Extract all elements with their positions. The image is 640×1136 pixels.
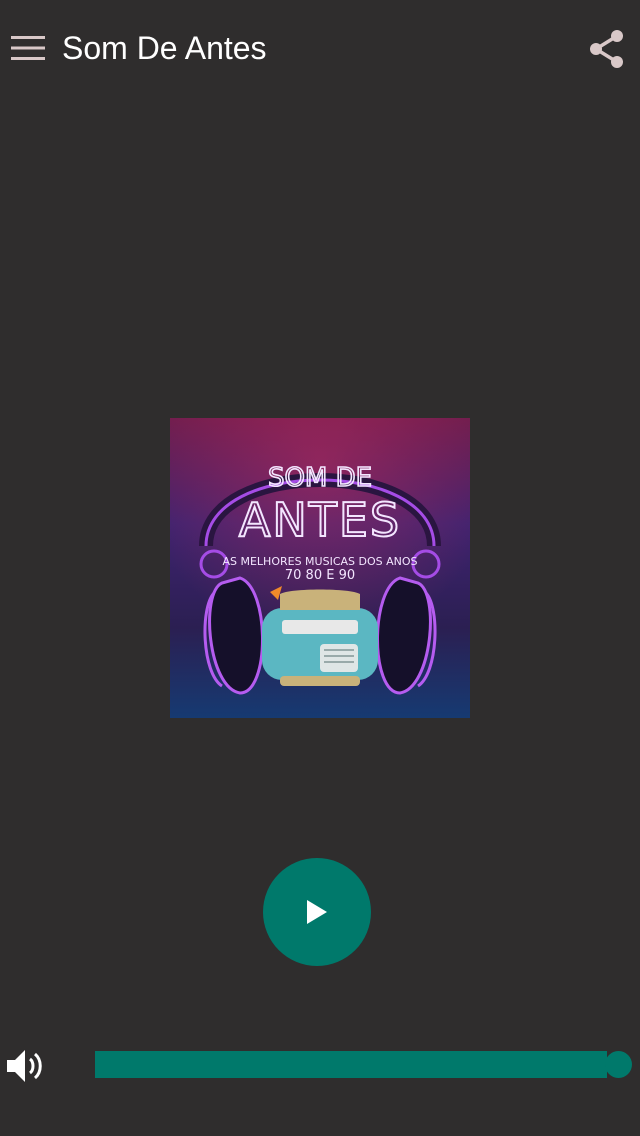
play-button[interactable] <box>263 858 371 966</box>
menu-button[interactable] <box>6 26 50 70</box>
app-bar: Som De Antes <box>0 0 640 96</box>
hamburger-menu-icon <box>11 36 45 60</box>
album-cover: SOM DE ANTES AS MELHORES MUSICAS DOS ANO… <box>170 418 470 718</box>
volume-slider-thumb[interactable] <box>605 1051 632 1078</box>
play-icon <box>307 900 327 924</box>
cover-tagline2: 70 80 E 90 <box>285 568 355 583</box>
cover-line2: ANTES <box>239 493 401 547</box>
cover-tagline1: AS MELHORES MUSICAS DOS ANOS <box>222 555 417 568</box>
cover-line1: SOM DE <box>268 463 372 493</box>
player-screen: Som De Antes SOM DE ANTES AS MELHORES MU… <box>0 0 640 1136</box>
app-title: Som De Antes <box>62 30 267 66</box>
volume-slider-fill <box>95 1051 607 1078</box>
volume-slider-track[interactable] <box>95 1051 607 1078</box>
share-icon <box>590 30 623 68</box>
volume-icon[interactable] <box>4 1046 46 1086</box>
share-button[interactable] <box>584 26 630 72</box>
